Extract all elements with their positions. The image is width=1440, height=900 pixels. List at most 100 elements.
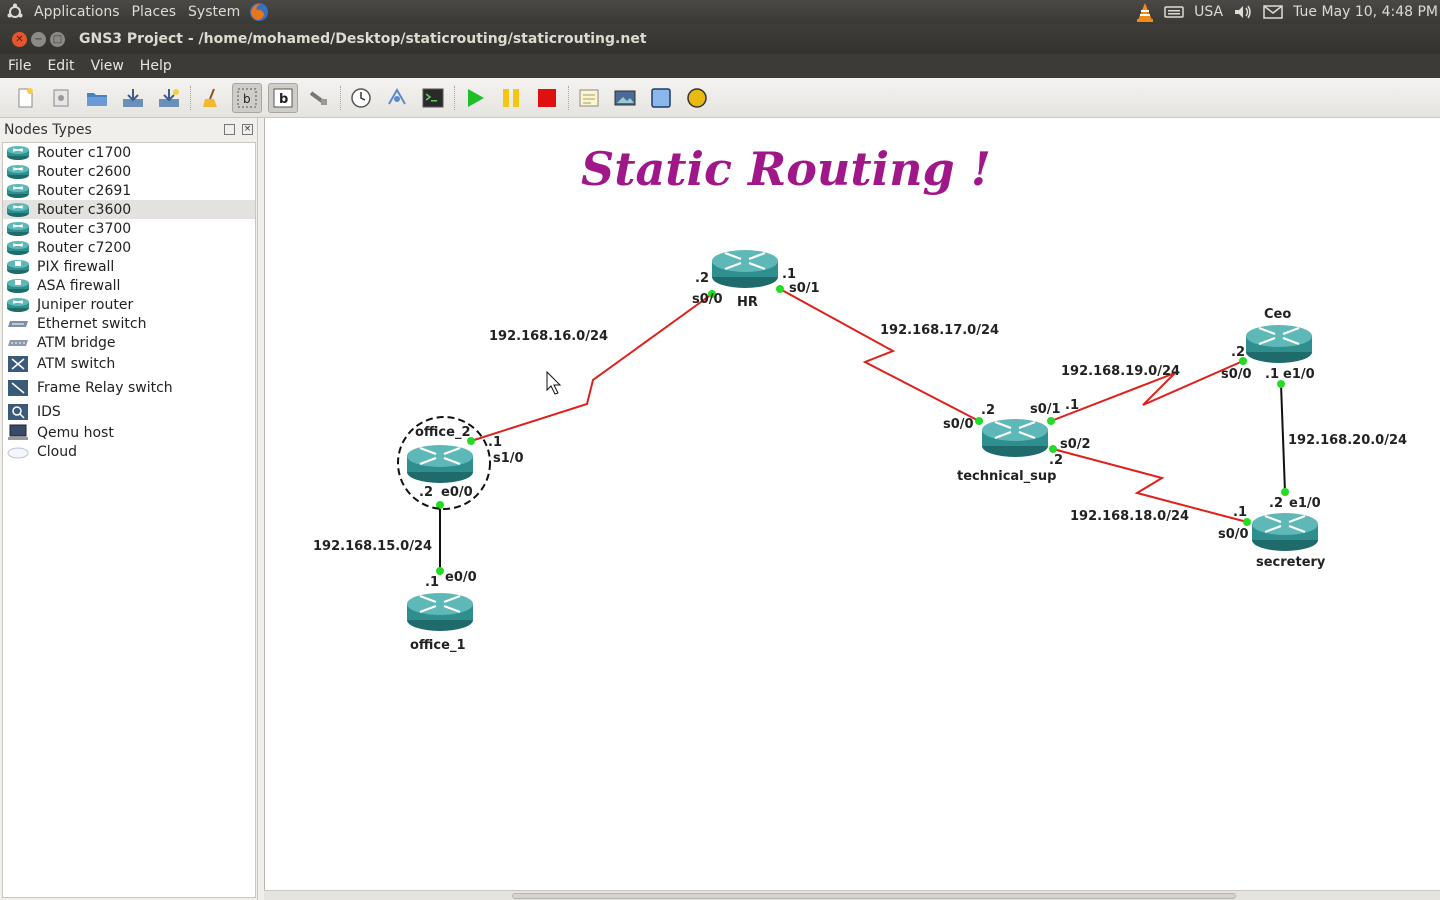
open-project-button[interactable]	[46, 83, 76, 113]
stop-all-button[interactable]	[532, 83, 562, 113]
window-titlebar: ✕ − □ GNS3 Project - /home/mohamed/Deskt…	[0, 24, 1440, 54]
ip-label: .2	[695, 271, 709, 286]
node-type-item[interactable]: PIX firewall	[3, 257, 255, 276]
draw-ellipse-button[interactable]	[682, 83, 712, 113]
cable-icon	[309, 90, 327, 105]
idle-pc-button[interactable]	[346, 83, 376, 113]
picture-icon	[614, 90, 636, 105]
router-icon	[5, 164, 31, 180]
dock-close-button[interactable]: ×	[242, 124, 253, 135]
menu-help[interactable]: Help	[132, 58, 180, 74]
save-button[interactable]	[118, 83, 148, 113]
node-type-item[interactable]: Router c1700	[3, 143, 255, 162]
menubar: File Edit View Help	[0, 54, 1440, 78]
node-type-item[interactable]: Frame Relay switch	[3, 376, 255, 400]
keyboard-icon[interactable]	[1164, 5, 1184, 19]
node-type-label: Router c2600	[37, 163, 132, 180]
topology-canvas[interactable]: Static Routing ! HR office_2 office_1 te…	[264, 118, 1440, 890]
show-interfaces-button[interactable]: b	[268, 82, 298, 113]
ip-label: .2	[1269, 496, 1283, 511]
node-type-item[interactable]: Qemu host	[3, 423, 255, 442]
port-label: s0/2	[1060, 437, 1091, 452]
firefox-icon[interactable]	[248, 1, 270, 23]
mouse-cursor	[546, 370, 562, 395]
clear-button[interactable]	[196, 83, 226, 113]
firewall-icon	[5, 259, 31, 275]
suspend-all-button[interactable]	[496, 83, 526, 113]
router-ceo[interactable]	[1244, 323, 1314, 365]
router-technical-sup[interactable]	[980, 417, 1050, 459]
ellipse-icon	[687, 87, 707, 108]
router-name-secretery: secretery	[1256, 555, 1326, 570]
save-as-button[interactable]	[154, 83, 184, 113]
snapshot-icon	[53, 89, 69, 106]
draw-rectangle-button[interactable]	[646, 83, 676, 113]
ip-label: .2	[419, 485, 433, 500]
ubuntu-logo-icon[interactable]	[6, 3, 24, 21]
menu-view[interactable]: View	[83, 58, 132, 74]
network-label-20: 192.168.20.0/24	[1288, 433, 1407, 448]
toolbar-separator	[340, 85, 342, 110]
show-hostnames-button[interactable]: b	[232, 82, 262, 113]
capture-button[interactable]	[382, 83, 412, 113]
clock[interactable]: Tue May 10, 4:48 PM	[1293, 4, 1438, 20]
port-label: e0/0	[441, 485, 473, 500]
router-office-1[interactable]	[405, 591, 475, 633]
add-link-button[interactable]	[304, 83, 334, 113]
volume-icon[interactable]	[1233, 4, 1253, 20]
port-label: e1/0	[1289, 496, 1321, 511]
node-type-item[interactable]: Ethernet switch	[3, 314, 255, 333]
new-project-button[interactable]	[10, 83, 40, 113]
atm-switch-icon	[5, 356, 31, 372]
switch-icon	[5, 316, 31, 332]
node-type-label: IDS	[37, 403, 61, 420]
node-type-item[interactable]: Cloud	[3, 442, 255, 461]
open-folder-button[interactable]	[82, 83, 112, 113]
router-icon	[5, 145, 31, 161]
scrollbar-thumb[interactable]	[512, 893, 1236, 899]
node-type-item[interactable]: Router c7200	[3, 238, 255, 257]
toolbar-separator	[190, 85, 192, 110]
node-type-item[interactable]: Router c3700	[3, 219, 255, 238]
toolbar-separator	[454, 85, 456, 110]
close-window-button[interactable]: ✕	[12, 31, 27, 47]
node-type-item[interactable]: Juniper router	[3, 295, 255, 314]
node-type-label: Cloud	[37, 443, 77, 460]
minimize-window-button[interactable]: −	[31, 31, 46, 47]
router-office-2[interactable]	[405, 443, 475, 485]
maximize-window-button[interactable]: □	[50, 31, 65, 47]
node-type-item[interactable]: IDS	[3, 400, 255, 423]
svg-text:b: b	[243, 92, 251, 106]
vlc-icon[interactable]	[1136, 2, 1154, 22]
menu-edit[interactable]: Edit	[39, 58, 82, 74]
insert-picture-button[interactable]	[610, 83, 640, 113]
keyboard-layout[interactable]: USA	[1194, 4, 1223, 20]
clock-icon	[351, 87, 371, 108]
link-ceo-secretery[interactable]	[1280, 383, 1286, 493]
node-type-item[interactable]: Router c3600	[3, 200, 255, 219]
menu-file[interactable]: File	[0, 58, 39, 74]
port-label: s0/1	[789, 281, 820, 296]
node-type-item[interactable]: Router c2600	[3, 162, 255, 181]
applications-menu[interactable]: Applications	[28, 4, 126, 20]
add-note-button[interactable]	[574, 83, 604, 113]
places-menu[interactable]: Places	[126, 4, 183, 20]
dock-float-button[interactable]	[224, 124, 235, 135]
link-hr-office2[interactable]	[470, 293, 713, 442]
node-type-item[interactable]: ATM switch	[3, 352, 255, 376]
router-name-office-2: office_2	[415, 425, 471, 440]
node-type-label: Qemu host	[37, 424, 114, 441]
firewall-icon	[5, 278, 31, 294]
link-hr-technical[interactable]	[779, 288, 980, 422]
mail-icon[interactable]	[1263, 5, 1283, 19]
system-menu[interactable]: System	[182, 4, 246, 20]
node-type-item[interactable]: ASA firewall	[3, 276, 255, 295]
port-label: e1/0	[1283, 367, 1315, 382]
node-type-item[interactable]: ATM bridge	[3, 333, 255, 352]
start-all-button[interactable]	[460, 83, 490, 113]
node-type-item[interactable]: Router c2691	[3, 181, 255, 200]
horizontal-scrollbar[interactable]	[264, 890, 1440, 900]
router-secretery[interactable]	[1250, 511, 1320, 553]
console-button[interactable]	[418, 83, 448, 113]
router-hr[interactable]	[710, 248, 780, 290]
